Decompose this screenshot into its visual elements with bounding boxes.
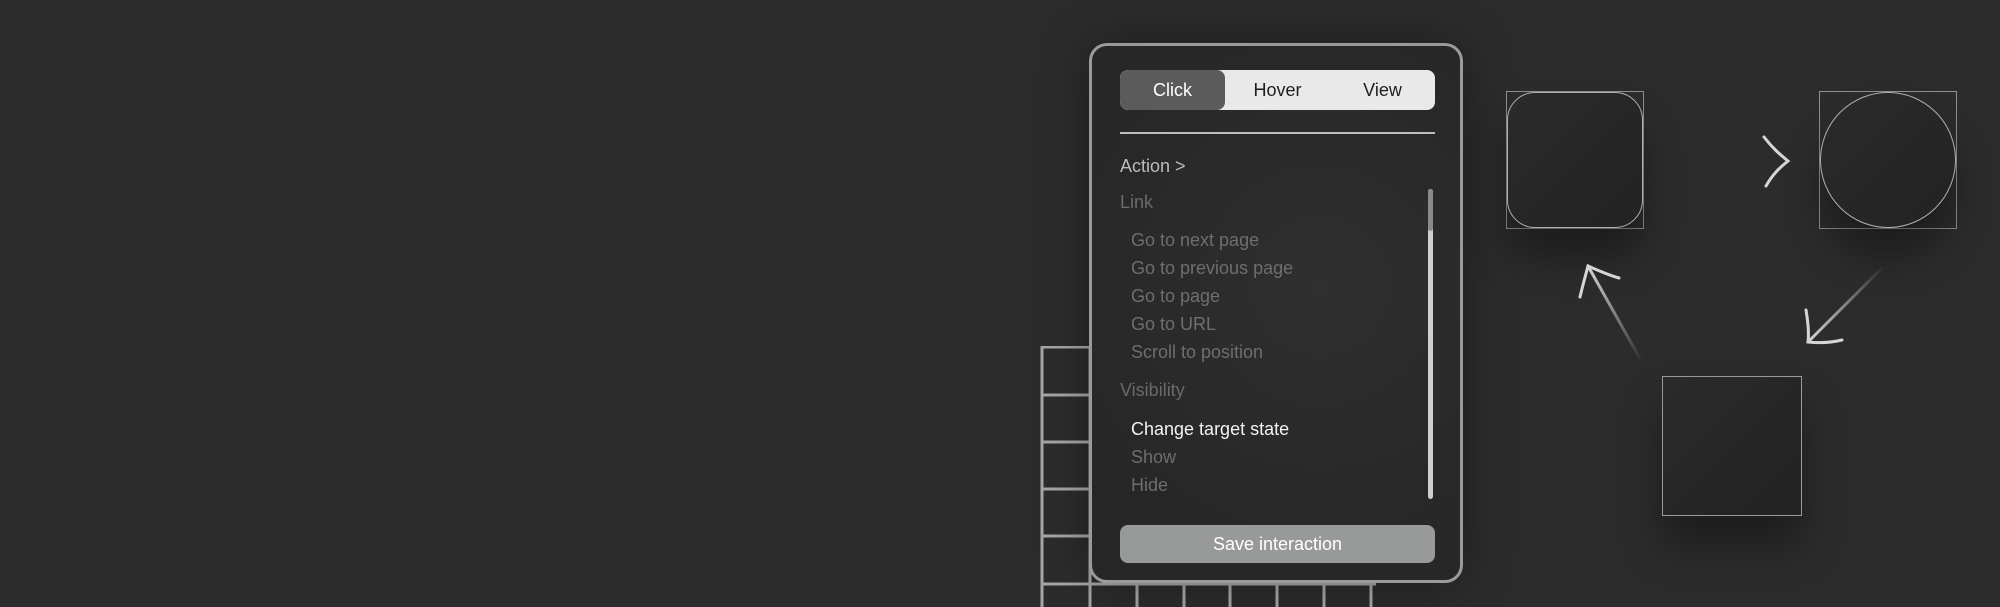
group-label-link: Link (1120, 192, 1154, 212)
divider (1120, 132, 1435, 134)
tab-view[interactable]: View (1330, 70, 1435, 110)
scrollbar[interactable] (1428, 189, 1433, 499)
tab-click[interactable]: Click (1120, 70, 1225, 110)
arrow-down-left-icon (1804, 264, 1886, 345)
interaction-panel: Click Hover View Action > Link Go to nex… (1089, 43, 1463, 583)
list-item-scroll-to-position[interactable]: Scroll to position (1131, 342, 1263, 363)
list-item-go-to-page[interactable]: Go to page (1131, 286, 1220, 307)
list-item-hide[interactable]: Hide (1131, 475, 1168, 496)
list-item-show[interactable]: Show (1131, 447, 1176, 468)
arrow-right-icon (1676, 135, 1791, 188)
state-node-circle (1819, 91, 1957, 229)
rounded-square-shape (1507, 92, 1643, 228)
arrow-up-left-icon (1578, 263, 1644, 364)
tab-hover[interactable]: Hover (1225, 70, 1330, 110)
list-item-go-to-next-page[interactable]: Go to next page (1131, 230, 1259, 251)
save-interaction-button[interactable]: Save interaction (1120, 525, 1435, 563)
state-node-rounded-square (1506, 91, 1644, 229)
circle-shape (1820, 92, 1956, 228)
trigger-tabs: Click Hover View (1120, 70, 1435, 110)
scrollbar-thumb[interactable] (1428, 189, 1433, 231)
list-item-go-to-url[interactable]: Go to URL (1131, 314, 1216, 335)
list-item-change-target-state[interactable]: Change target state (1131, 419, 1289, 440)
action-heading[interactable]: Action > (1120, 156, 1186, 177)
group-label-visibility: Visibility (1120, 380, 1185, 400)
state-node-square (1662, 376, 1802, 516)
list-item-go-to-previous-page[interactable]: Go to previous page (1131, 258, 1293, 279)
